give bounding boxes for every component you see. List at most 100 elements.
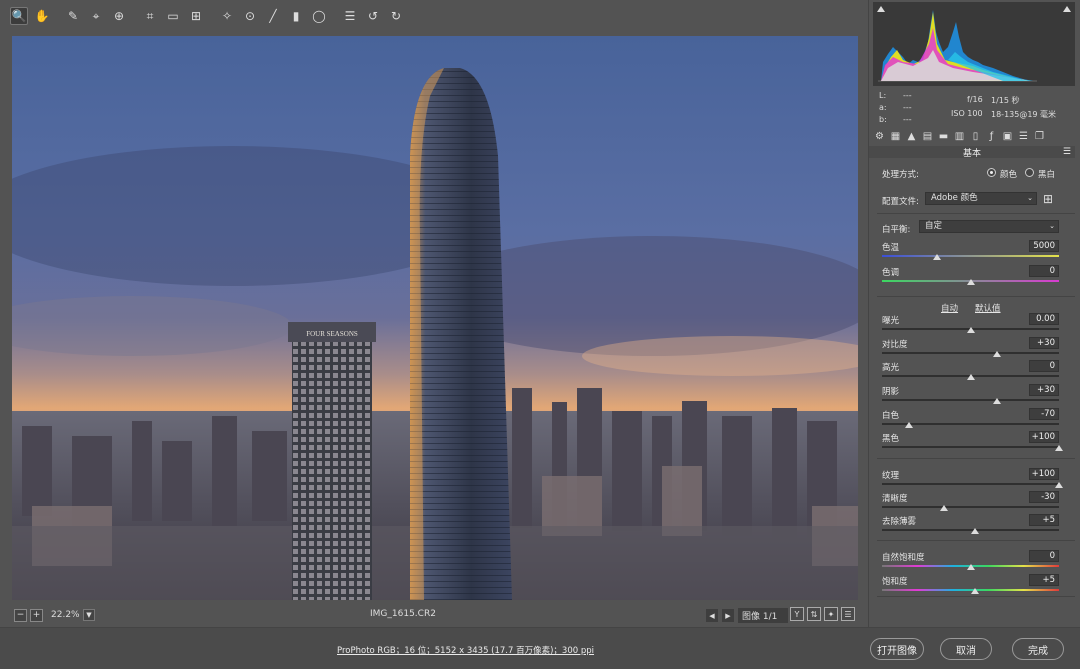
shadows-slider-track[interactable] bbox=[882, 399, 1059, 401]
workflow-options-link[interactable]: ProPhoto RGB；16 位；5152 x 3435 (17.7 百万像素… bbox=[337, 644, 594, 656]
list-icon: ☰ bbox=[344, 9, 356, 23]
saturation-value-field[interactable]: +5 bbox=[1029, 574, 1059, 586]
auto-link[interactable]: 自动 bbox=[941, 302, 958, 314]
lens-tab-icon[interactable]: ▥ bbox=[953, 130, 966, 143]
effects-tab-icon[interactable]: ƒ bbox=[985, 130, 998, 143]
tone-curve-tab-icon[interactable]: ▦ bbox=[889, 130, 902, 143]
shutter-value: 1/15 秒 bbox=[991, 96, 1020, 105]
dehaze-slider-thumb[interactable] bbox=[970, 528, 979, 534]
straighten-tool[interactable]: ▭ bbox=[164, 7, 182, 25]
shadows-slider-thumb[interactable] bbox=[993, 398, 1002, 404]
exposure-slider-thumb[interactable] bbox=[966, 327, 975, 333]
crop-tool[interactable]: ⌗ bbox=[141, 7, 159, 25]
presets-tab-icon[interactable]: ☰ bbox=[1017, 130, 1030, 143]
radial-filter-tool[interactable]: ◯ bbox=[310, 7, 328, 25]
temp-value-field[interactable]: 5000 bbox=[1029, 240, 1059, 252]
bw-radio[interactable] bbox=[1025, 168, 1034, 177]
snapshots-tab-icon[interactable]: ❐ bbox=[1033, 130, 1046, 143]
image-preview[interactable]: FOUR SEASONS bbox=[12, 36, 858, 600]
white-balance-tool[interactable]: ✎ bbox=[64, 7, 82, 25]
highlights-value-field[interactable]: 0 bbox=[1029, 360, 1059, 372]
profile-browser-icon[interactable]: ⊞ bbox=[1043, 192, 1053, 206]
whites-value-field[interactable]: -70 bbox=[1029, 408, 1059, 420]
profile-select[interactable]: Adobe 颜色 ⌄ bbox=[925, 192, 1037, 205]
open-image-button[interactable]: 打开图像 bbox=[870, 638, 924, 660]
texture-value-field[interactable]: +100 bbox=[1029, 468, 1059, 480]
graduated-filter-tool[interactable]: ▮ bbox=[287, 7, 305, 25]
rotate-left-tool[interactable]: ↺ bbox=[364, 7, 382, 25]
transform-tool[interactable]: ⊞ bbox=[187, 7, 205, 25]
red-eye-tool[interactable]: ⊙ bbox=[241, 7, 259, 25]
contrast-value-field[interactable]: +30 bbox=[1029, 337, 1059, 349]
transform-icon: ⊞ bbox=[190, 9, 202, 23]
texture-slider-track[interactable] bbox=[882, 483, 1059, 485]
done-button[interactable]: 完成 bbox=[1012, 638, 1064, 660]
dehaze-value-field[interactable]: +5 bbox=[1029, 514, 1059, 526]
color-sampler-tool[interactable]: ⌖ bbox=[87, 7, 105, 25]
profile-value: Adobe 颜色 bbox=[931, 193, 978, 203]
split-toning-tab-icon[interactable]: ▬ bbox=[937, 130, 950, 143]
panel-tabs: ⚙ ▦ ▲ ▤ ▬ ▥ ▯ ƒ ▣ ☰ ❐ bbox=[871, 130, 1077, 144]
clarity-value-field[interactable]: -30 bbox=[1029, 491, 1059, 503]
before-after-button[interactable]: Y bbox=[790, 607, 804, 621]
saturation-slider-thumb[interactable] bbox=[970, 588, 979, 594]
white-balance-select[interactable]: 自定 ⌄ bbox=[919, 220, 1059, 233]
tint-label: 色调 bbox=[882, 268, 900, 278]
whites-slider-thumb[interactable] bbox=[904, 422, 913, 428]
contrast-slider-thumb[interactable] bbox=[993, 351, 1002, 357]
hand-tool[interactable]: ✋ bbox=[33, 7, 51, 25]
detail-tab-icon[interactable]: ▲ bbox=[905, 130, 918, 143]
spot-removal-tool[interactable]: ✧ bbox=[218, 7, 236, 25]
copy-settings-button[interactable]: ✦ bbox=[824, 607, 838, 621]
toggle-default-button[interactable]: ☰ bbox=[841, 607, 855, 621]
next-image-button[interactable]: ▶ bbox=[722, 609, 734, 622]
vibrance-value-field[interactable]: 0 bbox=[1029, 550, 1059, 562]
contrast-slider-track[interactable] bbox=[882, 352, 1059, 354]
saturation-label: 饱和度 bbox=[882, 577, 908, 587]
texture-slider-thumb[interactable] bbox=[1055, 482, 1063, 488]
swap-settings-button[interactable]: ⇅ bbox=[807, 607, 821, 621]
exposure-label: 曝光 bbox=[882, 316, 900, 326]
calibration-tab-icon[interactable]: ▣ bbox=[1001, 130, 1014, 143]
shadows-value-field[interactable]: +30 bbox=[1029, 384, 1059, 396]
color-sampler-icon: ⌖ bbox=[92, 8, 100, 23]
blacks-value-field[interactable]: +100 bbox=[1029, 431, 1059, 443]
preferences-tool[interactable]: ☰ bbox=[341, 7, 359, 25]
view-buttons: Y ⇅ ✦ ☰ bbox=[790, 607, 855, 621]
clarity-slider-thumb[interactable] bbox=[939, 505, 948, 511]
zoom-level: 22.2% bbox=[51, 610, 80, 620]
blacks-slider-thumb[interactable] bbox=[1055, 445, 1063, 451]
adjustment-brush-tool[interactable]: ╱ bbox=[264, 7, 282, 25]
default-link[interactable]: 默认值 bbox=[975, 302, 1001, 314]
triangle-right-icon: ▶ bbox=[725, 611, 731, 620]
copy-icon: ✦ bbox=[827, 609, 835, 619]
temp-slider-track[interactable] bbox=[882, 255, 1059, 257]
exposure-value-field[interactable]: 0.00 bbox=[1029, 313, 1059, 325]
hsl-tab-icon[interactable]: ▤ bbox=[921, 130, 934, 143]
tint-slider-thumb[interactable] bbox=[966, 279, 975, 285]
divider bbox=[877, 540, 1075, 541]
zoom-in-button[interactable]: + bbox=[30, 608, 43, 622]
histogram bbox=[873, 2, 1075, 86]
temp-slider-thumb[interactable] bbox=[932, 254, 941, 260]
vibrance-slider-thumb[interactable] bbox=[966, 564, 975, 570]
rotate-right-tool[interactable]: ↻ bbox=[387, 7, 405, 25]
basic-tab-icon[interactable]: ⚙ bbox=[873, 130, 886, 143]
clarity-slider-track[interactable] bbox=[882, 506, 1059, 508]
prev-image-button[interactable]: ◀ bbox=[706, 609, 718, 622]
info-readout: L: --- a: --- b: --- f/16 1/15 秒 ISO 100… bbox=[877, 89, 1077, 127]
zoom-out-button[interactable]: − bbox=[14, 608, 27, 622]
blacks-slider-track[interactable] bbox=[882, 446, 1059, 448]
transform-tab-icon[interactable]: ▯ bbox=[969, 130, 982, 143]
texture-label: 纹理 bbox=[882, 471, 900, 481]
zoom-dropdown[interactable]: ▼ bbox=[83, 609, 95, 621]
color-radio[interactable] bbox=[987, 168, 996, 177]
panel-menu-icon[interactable]: ☰ bbox=[1063, 147, 1071, 157]
targeted-adjustment-tool[interactable]: ⊕ bbox=[110, 7, 128, 25]
cancel-button[interactable]: 取消 bbox=[940, 638, 992, 660]
tint-value-field[interactable]: 0 bbox=[1029, 265, 1059, 277]
toolbar: 🔍 ✋ ✎ ⌖ ⊕ ⌗ ▭ ⊞ ✧ ⊙ ╱ ▮ ◯ ☰ ↺ ↻ bbox=[0, 0, 866, 32]
zoom-tool[interactable]: 🔍 bbox=[10, 7, 28, 25]
aperture-value: f/16 bbox=[967, 95, 983, 104]
highlights-slider-thumb[interactable] bbox=[966, 374, 975, 380]
